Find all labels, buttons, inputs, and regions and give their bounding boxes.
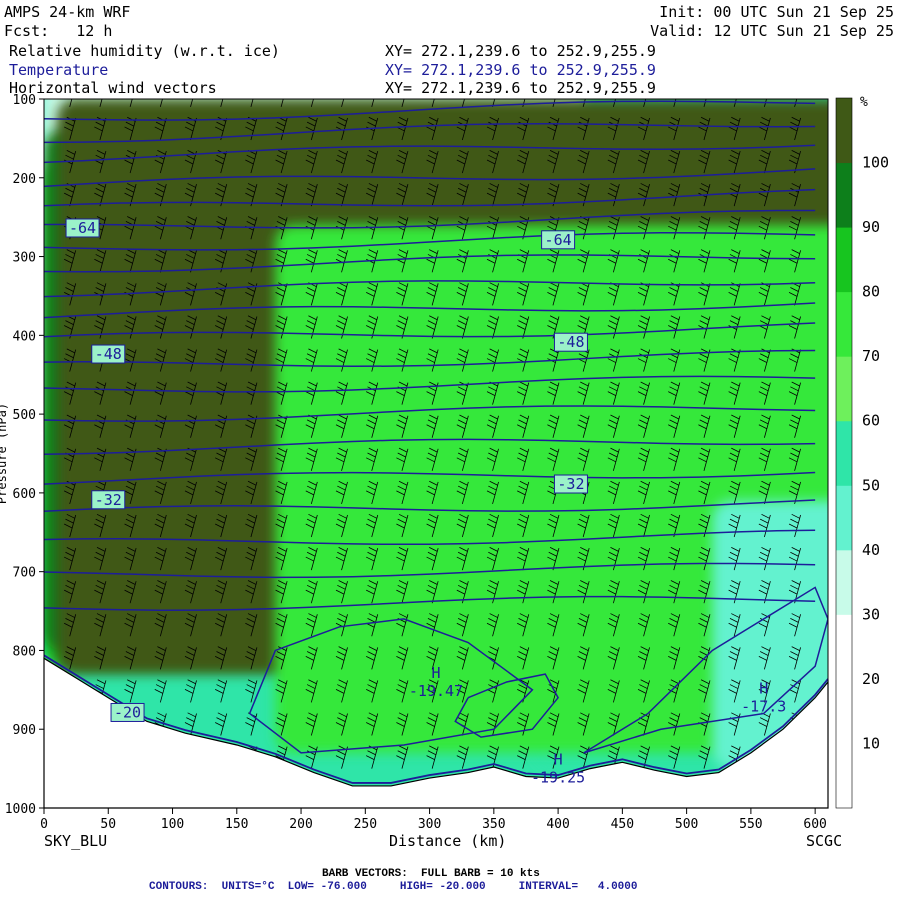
barb-legend: BARB VECTORS: FULL BARB = 10 kts [322,868,540,880]
colorbar-bin [836,98,852,164]
colorbar-unit: % [860,95,868,110]
colorbar-tick-label: 30 [862,605,880,623]
x-tick-label: 0 [40,817,48,832]
contour-label-text: -32 [95,491,122,509]
colorbar-bin [836,420,852,486]
x-tick-label: 200 [289,817,312,832]
extremum-kind: H [759,680,768,698]
colorbar-tick-label: 60 [862,412,880,430]
x-left-end-label: SKY_BLU [44,832,108,850]
relative-humidity-field [44,99,828,808]
x-tick-label: 400 [546,817,569,832]
colorbar-tick-label: 20 [862,670,880,688]
colorbar-tick-label: 90 [862,218,880,236]
contour-label: -64 [65,218,100,238]
colorbar-bin [836,678,852,744]
contour-label: -32 [553,474,588,494]
colorbar-bin [836,227,852,293]
contour-label-text: -20 [114,703,141,721]
contour-label: -48 [553,332,588,352]
colorbar-bin [836,549,852,615]
contour-label: -64 [541,230,576,250]
extremum-kind: H [554,751,563,769]
contour-label-text: -48 [95,345,122,363]
x-tick-label: 600 [803,817,826,832]
x-tick-label: 450 [611,817,634,832]
colorbar-bin [836,162,852,228]
contour-label: -32 [91,490,126,510]
y-tick-label: 100 [13,93,36,108]
x-tick-label: 300 [418,817,441,832]
colorbar-bin [836,743,852,809]
y-axis-label: Pressure (hPa) [0,403,9,504]
x-right-end-label: SCGC [806,832,843,850]
x-axis-label: Distance (km) [389,832,507,850]
x-tick-label: 350 [482,817,505,832]
y-tick-label: 200 [13,172,36,187]
colorbar-tick-label: 100 [862,154,889,172]
extremum-value: -17.3 [741,698,786,716]
y-tick-label: 500 [13,408,36,423]
y-tick-label: 800 [13,644,36,659]
cross-section-chart: -64-64-48-48-32-32-20H-19.47H-19.25H-17.… [0,93,889,832]
colorbar-bin [836,356,852,422]
x-tick-label: 550 [739,817,762,832]
extremum-kind: H [431,664,440,682]
colorbar: % 10 20 30 40 50 60 70 80 90 100 [835,95,889,809]
y-tick-label: 400 [13,329,36,344]
x-tick-label: 150 [225,817,248,832]
colorbar-tick-label: 80 [862,283,880,301]
colorbar-tick-label: 70 [862,347,880,365]
colorbar-bin [836,485,852,551]
x-tick-label: 250 [354,817,377,832]
colorbar-tick-label: 10 [862,734,880,752]
contour-label-text: -64 [545,231,572,249]
x-tick-label: 50 [100,817,116,832]
x-tick-label: 500 [675,817,698,832]
y-tick-label: 1000 [5,802,36,817]
x-tick-label: 100 [161,817,184,832]
y-tick-label: 700 [13,566,36,581]
contour-label-text: -48 [557,333,584,351]
contour-label-text: -32 [557,475,584,493]
contour-label-text: -64 [69,219,96,237]
colorbar-bin [836,291,852,357]
contour-legend: CONTOURS: UNITS=°C LOW= -76.000 HIGH= -2… [149,881,638,893]
contour-label: -20 [110,702,145,722]
y-tick-label: 300 [13,251,36,266]
y-tick-label: 900 [13,723,36,738]
extremum-value: -19.25 [531,769,585,787]
colorbar-bin [836,614,852,680]
contour-label: -48 [91,344,126,364]
y-tick-label: 600 [13,487,36,502]
extremum-value: -19.47 [409,682,463,700]
colorbar-tick-label: 50 [862,476,880,494]
colorbar-tick-label: 40 [862,541,880,559]
